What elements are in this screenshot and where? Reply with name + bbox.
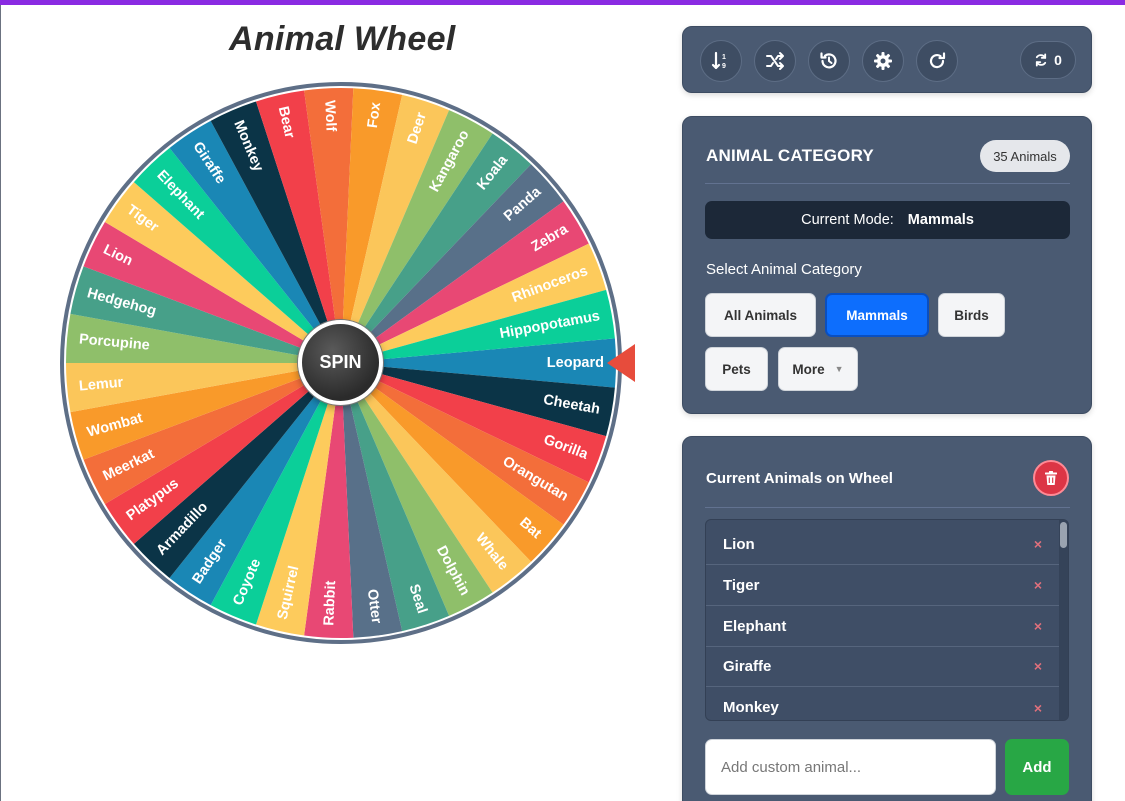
- add-animal-button[interactable]: Add: [1005, 739, 1069, 795]
- spin-button[interactable]: SPIN: [298, 320, 383, 405]
- category-panel: ANIMAL CATEGORY 35 Animals Current Mode:…: [682, 116, 1092, 414]
- category-birds-button[interactable]: Birds: [938, 293, 1005, 337]
- list-item: Lion ×: [706, 524, 1060, 565]
- remove-icon[interactable]: ×: [1034, 577, 1042, 593]
- redo-icon: [929, 52, 946, 69]
- animal-count-badge: 35 Animals: [980, 140, 1070, 172]
- wheel-segment-label: Wolf: [321, 100, 338, 132]
- category-pets-button[interactable]: Pets: [705, 347, 768, 391]
- svg-text:9: 9: [722, 63, 726, 70]
- remove-icon[interactable]: ×: [1034, 700, 1042, 716]
- wheel-segment-label: Fox: [365, 101, 384, 129]
- category-more-dropdown[interactable]: More ▼: [778, 347, 858, 391]
- chevron-down-icon: ▼: [834, 364, 844, 374]
- wheel-container[interactable]: Leopard Cheetah Gorilla Orangutan Bat Whale Do…: [58, 80, 638, 650]
- category-all-animals-button[interactable]: All Animals: [705, 293, 816, 337]
- animal-name: Giraffe: [723, 657, 772, 675]
- animal-name: Elephant: [723, 617, 787, 635]
- current-mode-bar: Current Mode: Mammals: [705, 201, 1070, 239]
- spin-count: 0: [1054, 52, 1062, 68]
- wheel-segment-label: Leopard: [547, 355, 604, 371]
- redo-button[interactable]: [916, 40, 958, 82]
- wheel-pointer: [607, 344, 635, 382]
- divider: [705, 183, 1070, 184]
- animal-list[interactable]: Lion × Tiger × Elephant × Giraffe × Monk…: [705, 519, 1069, 721]
- add-animal-input[interactable]: [705, 739, 996, 795]
- gear-icon: [874, 52, 892, 70]
- history-icon: [820, 52, 837, 69]
- select-category-label: Select Animal Category: [706, 261, 862, 278]
- svg-text:1: 1: [722, 54, 726, 61]
- remove-icon[interactable]: ×: [1034, 536, 1042, 552]
- top-accent-bar: [0, 0, 1125, 5]
- shuffle-icon: [766, 52, 784, 70]
- list-item: Tiger ×: [706, 565, 1060, 606]
- animal-name: Lion: [723, 535, 755, 553]
- left-border: [0, 5, 1, 801]
- divider: [705, 507, 1070, 508]
- wheel-segment-label: Rabbit: [321, 580, 339, 626]
- animal-list-heading: Current Animals on Wheel: [706, 470, 893, 487]
- sort-button[interactable]: 1 9: [700, 40, 742, 82]
- animal-name: Monkey: [723, 699, 779, 716]
- spin-counter: 0: [1020, 41, 1076, 79]
- animal-name: Tiger: [723, 576, 760, 594]
- scrollbar-thumb[interactable]: [1060, 522, 1067, 548]
- list-item: Monkey ×: [706, 687, 1060, 720]
- mode-value: Mammals: [907, 212, 974, 228]
- mode-label: Current Mode:: [801, 212, 894, 228]
- shuffle-button[interactable]: [754, 40, 796, 82]
- clear-all-button[interactable]: [1033, 460, 1069, 496]
- category-heading: ANIMAL CATEGORY: [706, 146, 874, 165]
- trash-icon: [1045, 471, 1057, 485]
- toolbar-panel: 1 9 0: [682, 26, 1092, 93]
- category-mammals-button[interactable]: Mammals: [825, 293, 929, 337]
- more-label: More: [792, 361, 825, 377]
- history-button[interactable]: [808, 40, 850, 82]
- refresh-icon: [1035, 53, 1047, 67]
- list-item: Elephant ×: [706, 606, 1060, 647]
- remove-icon[interactable]: ×: [1034, 618, 1042, 634]
- remove-icon[interactable]: ×: [1034, 658, 1042, 674]
- animal-list-panel: Current Animals on Wheel Lion × Tiger × …: [682, 436, 1092, 801]
- settings-button[interactable]: [862, 40, 904, 82]
- list-item: Giraffe ×: [706, 646, 1060, 687]
- page-title: Animal Wheel: [229, 20, 456, 58]
- list-scrollbar[interactable]: [1059, 520, 1068, 720]
- sort-icon: 1 9: [711, 51, 726, 70]
